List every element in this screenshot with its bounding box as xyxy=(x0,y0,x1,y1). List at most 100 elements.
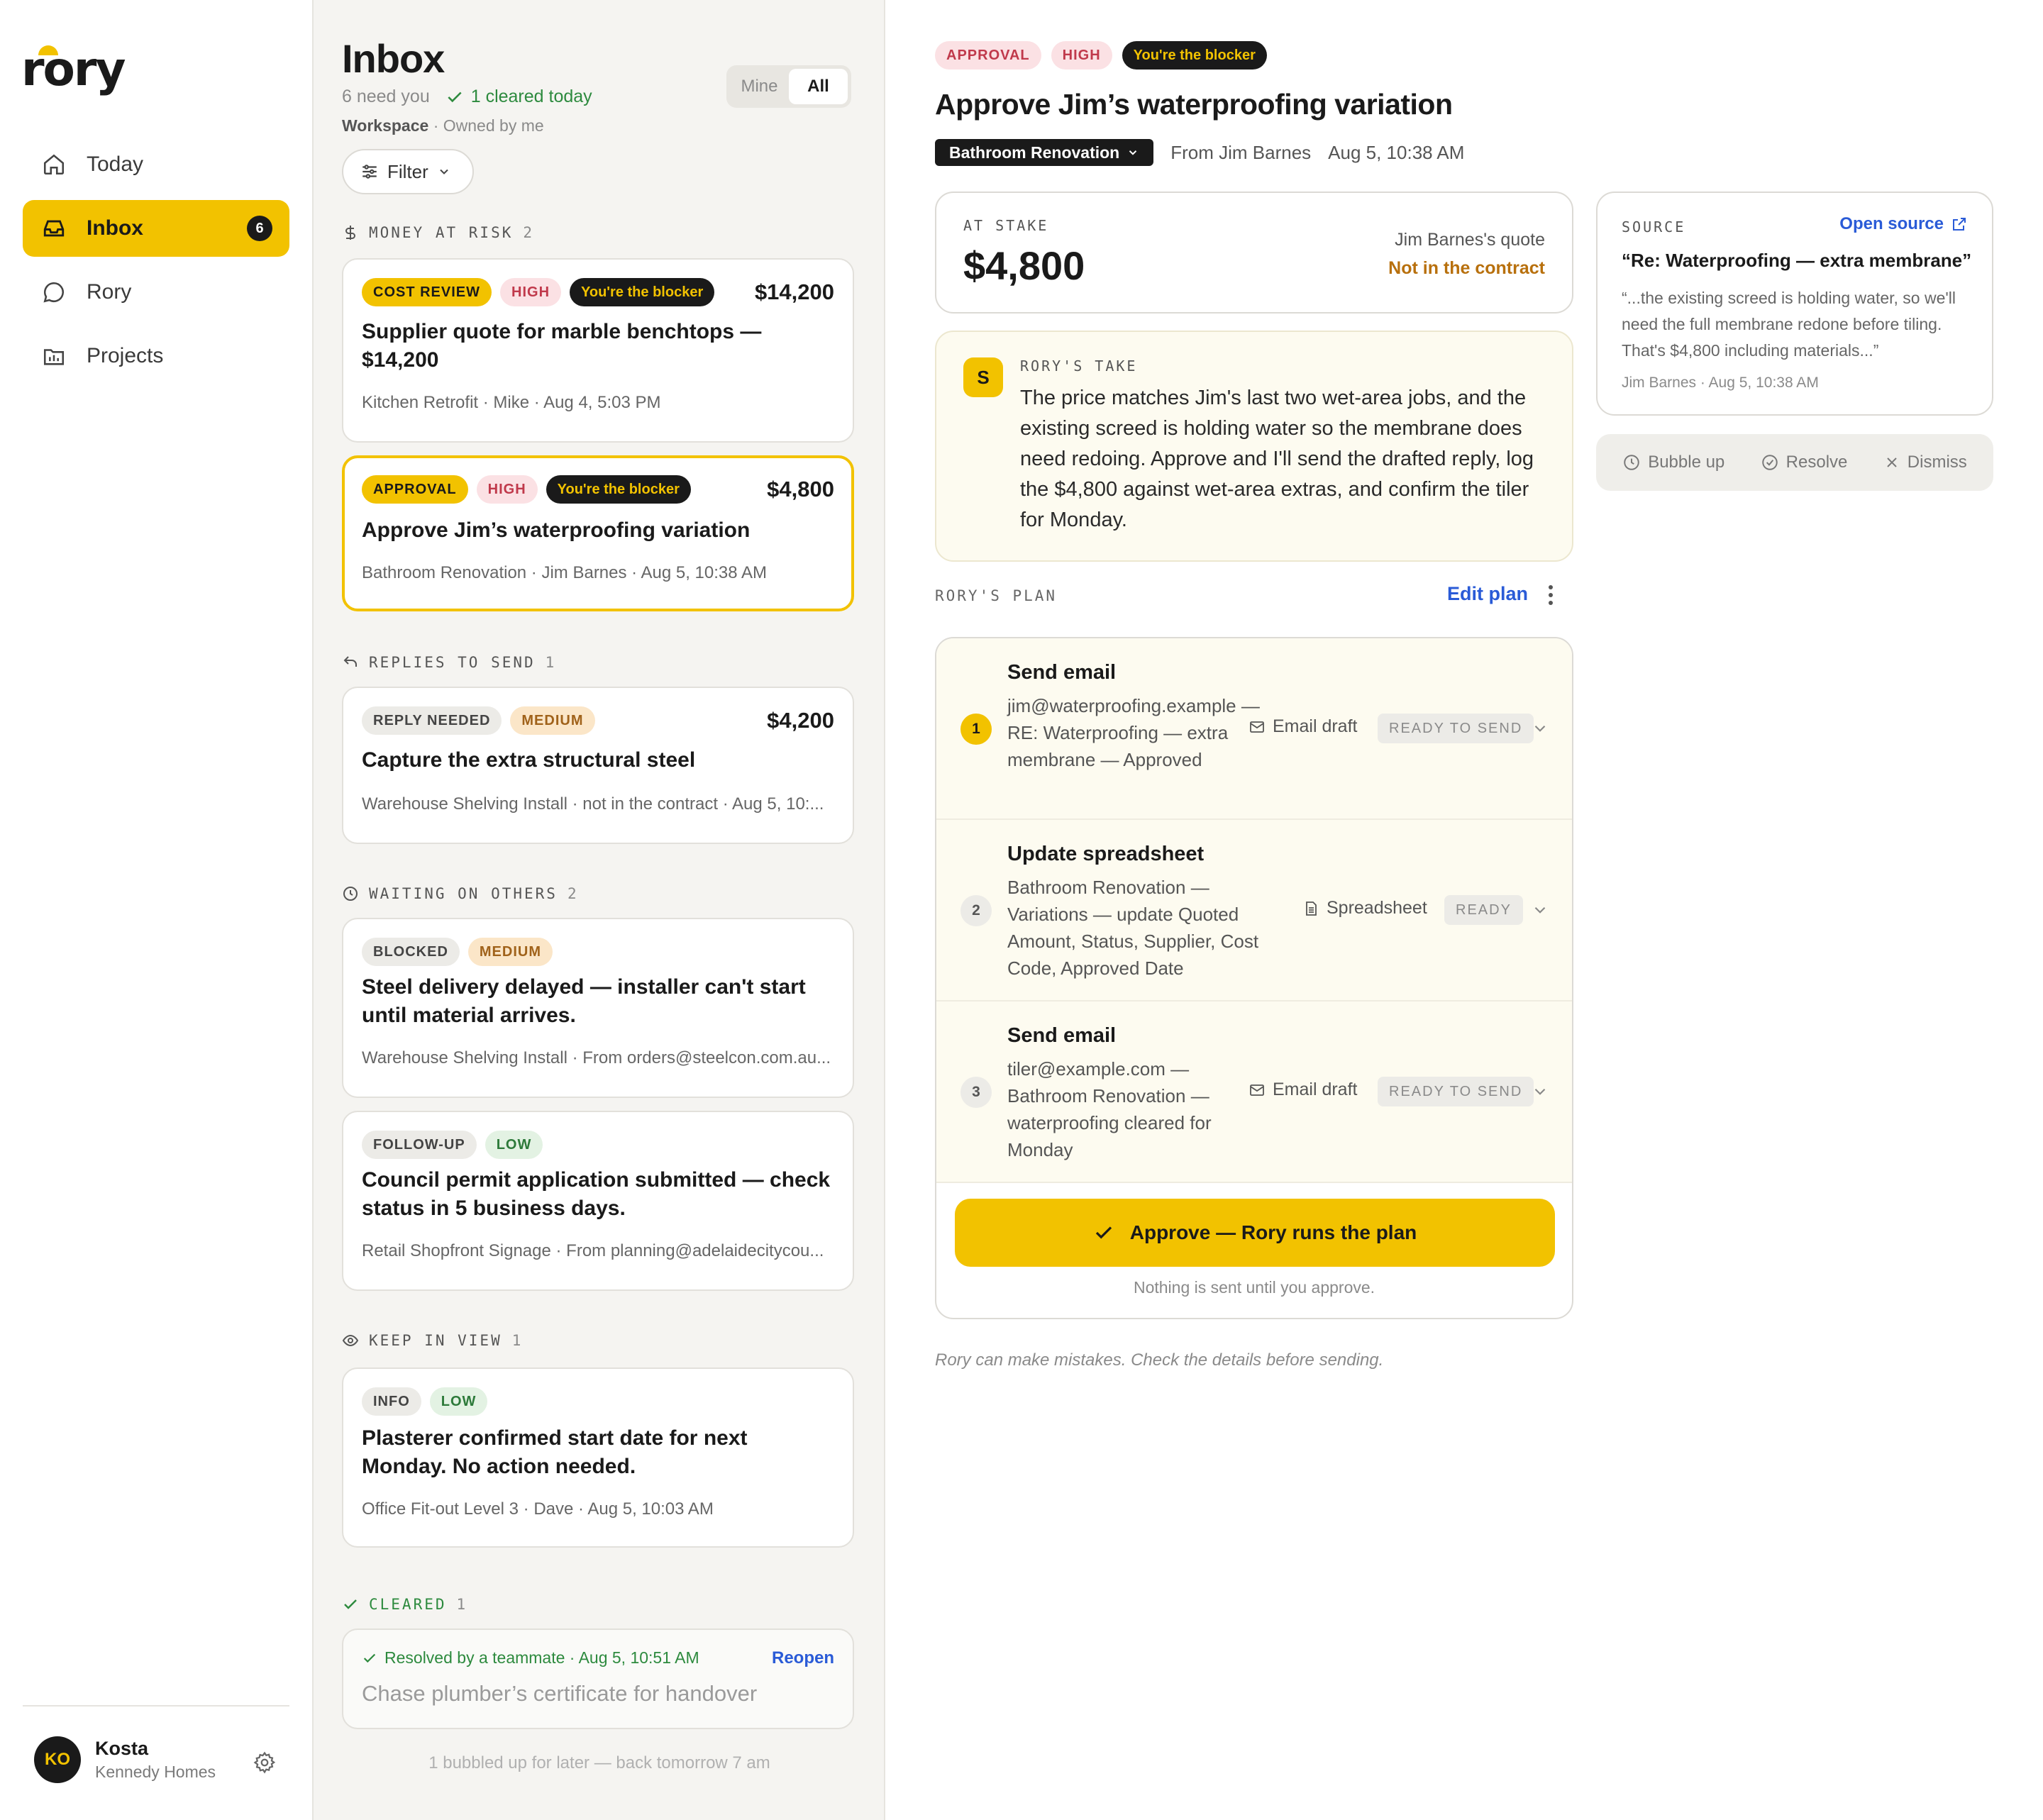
sidebar-divider xyxy=(23,1705,289,1707)
project-dropdown[interactable]: Bathroom Renovation xyxy=(935,139,1154,166)
source-meta: Jim Barnes · Aug 5, 10:38 AM xyxy=(1622,374,1819,391)
card-meta: Warehouse Shelving Install · not in the … xyxy=(362,794,824,814)
step-status-badge: READY xyxy=(1444,895,1523,925)
sidebar-item-inbox[interactable]: Inbox 6 xyxy=(23,200,289,257)
source-quote: “...the existing screed is holding water… xyxy=(1622,289,1956,360)
section-label: KEEP IN VIEW xyxy=(369,1332,502,1349)
step-title: Send email xyxy=(1007,1024,1117,1047)
step-description: Bathroom Renovation — Variations — updat… xyxy=(1007,877,1259,979)
priority-badge: HIGH xyxy=(476,475,538,504)
category-badge: BLOCKED xyxy=(362,938,460,966)
badge-row: APPROVAL HIGH You're the blocker xyxy=(362,475,691,504)
section-money-at-risk: MONEY AT RISK 2 xyxy=(342,224,534,241)
badge-row: FOLLOW-UP LOW xyxy=(362,1131,543,1159)
card-title: Capture the extra structural steel xyxy=(362,748,696,772)
inbox-card[interactable]: COST REVIEW HIGH You're the blocker $14,… xyxy=(342,258,854,443)
section-count: 2 xyxy=(567,885,579,902)
detail-badge-row: APPROVAL HIGH You're the blocker xyxy=(935,41,1267,70)
chevron-down-icon[interactable] xyxy=(1531,901,1549,919)
source-card: SOURCE Open source “Re: Waterproofing — … xyxy=(1596,192,1993,416)
logo-text: rory xyxy=(21,42,126,96)
inbox-card[interactable]: FOLLOW-UP LOW Council permit application… xyxy=(342,1111,854,1291)
bubble-up-button[interactable]: Bubble up xyxy=(1622,453,1724,472)
quote-owner: Jim Barnes's quote xyxy=(1395,230,1545,250)
section-cleared: CLEARED 1 xyxy=(342,1596,467,1613)
rory-avatar: S xyxy=(963,357,1003,397)
detail-meta: Bathroom Renovation From Jim Barnes Aug … xyxy=(935,139,1464,166)
approve-button[interactable]: Approve — Rory runs the plan xyxy=(955,1199,1555,1267)
detail-title: Approve Jim’s waterproofing variation xyxy=(935,88,1453,121)
resolve-button[interactable]: Resolve xyxy=(1761,453,1847,472)
cleared-today-label: 1 cleared today xyxy=(470,87,592,106)
need-you-count: 6 need you xyxy=(342,87,430,106)
priority-badge: MEDIUM xyxy=(467,938,553,966)
bubble-up-label: Bubble up xyxy=(1648,453,1725,472)
section-count: 1 xyxy=(456,1596,468,1613)
step-number: 2 xyxy=(960,895,992,926)
category-badge: FOLLOW-UP xyxy=(362,1131,477,1159)
cleared-card[interactable]: Resolved by a teammate · Aug 5, 10:51 AM… xyxy=(342,1628,854,1729)
step-description: jim@waterproofing.example — RE: Waterpro… xyxy=(1007,695,1260,770)
open-source-link[interactable]: Open source xyxy=(1839,214,1968,234)
plan-step[interactable]: 2 Update spreadsheet Bathroom Renovation… xyxy=(936,820,1572,1001)
chevron-down-icon[interactable] xyxy=(1531,719,1549,738)
inbox-icon xyxy=(40,214,68,243)
step-kind: Spreadsheet xyxy=(1302,898,1427,919)
priority-badge: HIGH xyxy=(500,278,562,306)
sidebar-item-label: Today xyxy=(87,152,144,176)
badge-row: INFO LOW xyxy=(362,1387,488,1416)
chevron-down-icon[interactable] xyxy=(1531,1082,1549,1101)
inbox-count-badge: 6 xyxy=(247,216,272,241)
step-kind-label: Spreadsheet xyxy=(1327,898,1427,918)
spreadsheet-icon xyxy=(1306,901,1317,916)
card-title: Council permit application submitted — c… xyxy=(362,1168,831,1220)
plan-step[interactable]: 3 Send email tiler@example.com — Bathroo… xyxy=(936,1001,1572,1183)
home-icon xyxy=(40,150,68,179)
source-label: SOURCE xyxy=(1622,218,1686,235)
card-meta: Warehouse Shelving Install · From orders… xyxy=(362,1048,831,1067)
inbox-card-selected[interactable]: APPROVAL HIGH You're the blocker $4,800 … xyxy=(342,455,854,611)
open-source-label: Open source xyxy=(1839,214,1944,233)
sidebar-item-rory[interactable]: Rory xyxy=(23,264,289,321)
card-title: Approve Jim’s waterproofing variation xyxy=(362,518,751,542)
card-meta: Office Fit-out Level 3 · Dave · Aug 5, 1… xyxy=(362,1499,714,1519)
inbox-card[interactable]: INFO LOW Plasterer confirmed start date … xyxy=(342,1367,854,1548)
rorys-take-label: RORY'S TAKE xyxy=(1020,357,1138,374)
priority-badge: LOW xyxy=(429,1387,488,1416)
section-label: MONEY AT RISK xyxy=(369,224,514,241)
step-kind-label: Email draft xyxy=(1273,1080,1358,1099)
inbox-card[interactable]: BLOCKED MEDIUM Steel delivery delayed — … xyxy=(342,918,854,1098)
more-options-icon[interactable] xyxy=(1546,583,1555,607)
projects-icon xyxy=(40,342,68,370)
reopen-button[interactable]: Reopen xyxy=(772,1648,834,1668)
sidebar-item-today[interactable]: Today xyxy=(23,136,289,193)
inbox-panel: Inbox 6 need you 1 cleared today Workspa… xyxy=(314,0,885,1820)
rory-logo[interactable]: rory xyxy=(21,41,126,98)
dismiss-label: Dismiss xyxy=(1907,453,1967,472)
plan-step[interactable]: 1 Send email jim@waterproofing.example —… xyxy=(936,638,1572,820)
priority-badge: MEDIUM xyxy=(510,706,595,735)
category-badge: INFO xyxy=(362,1387,421,1416)
chat-bubble-icon xyxy=(40,278,68,306)
blocker-badge: You're the blocker xyxy=(1122,41,1267,70)
inbox-card[interactable]: REPLY NEEDED MEDIUM $4,200 Capture the e… xyxy=(342,687,854,844)
blocker-badge: You're the blocker xyxy=(546,475,691,504)
owned-label: Owned by me xyxy=(443,116,544,135)
filter-button[interactable]: Filter xyxy=(342,149,474,194)
user-profile[interactable]: KO Kosta Kennedy Homes xyxy=(34,1736,216,1783)
toggle-all[interactable]: All xyxy=(789,69,848,104)
gear-icon[interactable] xyxy=(253,1750,277,1775)
card-meta: Kitchen Retrofit · Mike · Aug 4, 5:03 PM xyxy=(362,393,661,412)
section-keep-in-view: KEEP IN VIEW 1 xyxy=(342,1332,523,1349)
step-kind-label: Email draft xyxy=(1273,716,1358,736)
step-status-badge: READY TO SEND xyxy=(1378,714,1534,743)
toggle-mine[interactable]: Mine xyxy=(730,69,789,104)
close-icon xyxy=(1887,457,1897,467)
section-label: REPLIES TO SEND xyxy=(369,654,536,671)
edit-plan-link[interactable]: Edit plan xyxy=(1447,583,1528,605)
resolved-text: Resolved by a teammate · Aug 5, 10:51 AM xyxy=(384,1648,699,1667)
sidebar-item-projects[interactable]: Projects xyxy=(23,328,289,384)
card-amount: $4,200 xyxy=(767,708,834,733)
dismiss-button[interactable]: Dismiss xyxy=(1883,453,1967,472)
page-title: Inbox xyxy=(342,36,445,81)
